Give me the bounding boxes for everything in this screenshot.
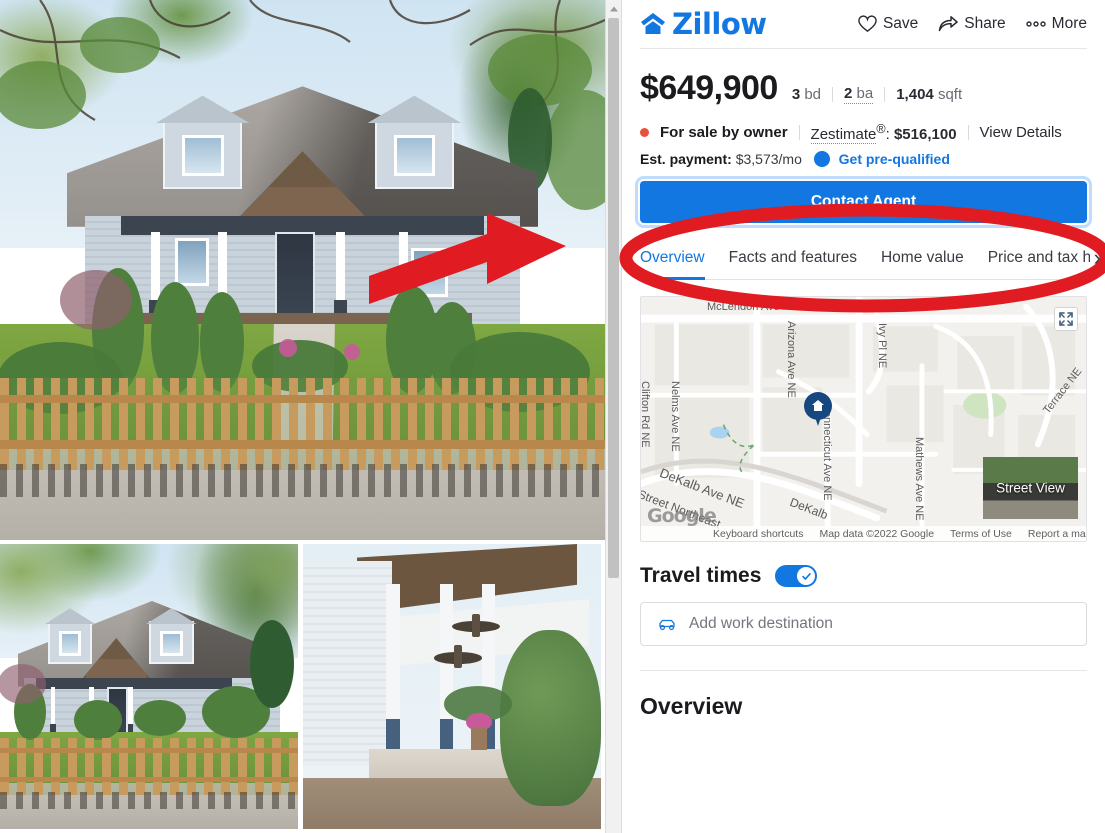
tabs-wrapper: Overview Facts and features Home value P… [622,247,1105,280]
est-payment-row: Est. payment: $3,573/mo Get pre-qualifie… [622,143,1105,167]
tab-overview[interactable]: Overview [640,249,705,280]
status-dot-icon [640,128,649,137]
section-tabs: Overview Facts and features Home value P… [640,249,1105,280]
work-destination-input[interactable]: Add work destination [640,602,1087,646]
photo-gallery [0,0,605,833]
share-label: Share [964,15,1006,32]
listing-detail-panel: Zillow Save Share More $649,900 3 bd 2 b… [622,0,1105,833]
house-front-angle-photo[interactable] [0,544,298,829]
topbar-actions: Save Share More [858,15,1087,33]
baths-fact[interactable]: 2 ba [844,85,874,104]
status-separator [798,125,800,140]
map-label: Arizona Ave NE [785,321,797,398]
property-map[interactable]: McLendon Ave NE McLendon Ave NE Arizona … [640,296,1087,542]
view-details-link[interactable]: View Details [980,124,1062,141]
map-attribution: Keyboard shortcuts Map data ©2022 Google… [641,526,1086,541]
fact-separator [832,87,834,102]
map-label: McLendon Ave NE [707,301,798,313]
ellipsis-icon [1025,21,1046,27]
travel-times-toggle[interactable] [775,565,818,587]
zillow-logo-text: Zillow [672,7,767,41]
listing-price: $649,900 [640,69,778,107]
beds-fact: 3 bd [792,86,821,103]
home-pin-icon[interactable] [804,392,832,428]
price-row: $649,900 3 bd 2 ba 1,404 sqft [622,49,1105,108]
tab-price-and-tax-history[interactable]: Price and tax hist [988,249,1105,279]
car-icon [659,619,675,631]
est-payment-value: $3,573/mo [735,151,802,167]
street-view-thumbnail[interactable]: Street View [983,457,1078,519]
panel-topbar: Zillow Save Share More [622,0,1105,48]
map-canvas[interactable]: McLendon Ave NE McLendon Ave NE Arizona … [641,297,1086,541]
zestimate-block[interactable]: Zestimate®: $516,100 [810,122,957,144]
map-label: Nelms Ave NE [669,381,681,452]
area-unit: sqft [937,86,963,103]
travel-times-title: Travel times [640,564,762,587]
covered-carport-patio-photo[interactable] [303,544,601,829]
cta-wrapper: Contact Agent [622,167,1105,228]
more-label: More [1051,15,1087,32]
map-label: McLendon Ave NE [854,301,945,313]
save-label: Save [882,15,919,32]
zestimate-label: Zestimate [810,126,877,144]
house-front-exterior-photo [0,0,605,540]
fact-separator [884,87,886,102]
tab-home-value[interactable]: Home value [881,249,964,279]
area-fact: 1,404 sqft [896,86,962,103]
zillow-logo[interactable]: Zillow [640,7,767,41]
tab-facts-and-features[interactable]: Facts and features [729,249,857,279]
map-label: Mathews Ave NE [913,437,925,521]
scroll-up-arrow-icon[interactable] [606,0,621,17]
work-destination-placeholder: Add work destination [689,615,833,632]
zillow-listing-page: Zillow Save Share More $649,900 3 bd 2 b… [0,0,1105,833]
expand-map-button[interactable] [1054,307,1078,331]
area-value: 1,404 [896,86,934,103]
map-data-text: Map data ©2022 Google [819,527,935,540]
scrollbar-thumb[interactable] [608,18,619,578]
google-watermark: Google [647,505,717,527]
contact-agent-button[interactable]: Contact Agent [635,176,1092,228]
baths-unit: ba [856,85,874,102]
page-scrollbar[interactable] [605,0,622,833]
contact-agent-label: Contact Agent [810,193,917,210]
share-arrow-icon [939,16,959,32]
status-separator [967,125,969,140]
report-map-error-link[interactable]: Report a map error [1028,528,1086,540]
baths-value: 2 [844,85,853,102]
hero-photo[interactable] [0,0,605,540]
beds-unit: bd [804,86,822,103]
map-label: Clifton Rd NE [640,381,651,448]
prequal-badge-icon [813,151,830,167]
check-icon [802,572,811,580]
status-row: For sale by owner Zestimate®: $516,100 V… [622,108,1105,144]
zestimate-trademark: ® [876,122,886,136]
street-view-label: Street View [996,480,1065,496]
thumbnail-row-1 [0,544,605,829]
property-facts: 3 bd 2 ba 1,404 sqft [792,85,962,104]
map-label: Ivy Pl NE [876,323,888,369]
heart-icon [858,15,877,33]
travel-times-row: Travel times [622,542,1105,588]
share-button[interactable]: Share [938,15,1006,33]
chevron-right-icon[interactable]: › [1089,247,1101,269]
est-payment-label: Est. payment: [640,151,732,167]
listing-status: For sale by owner [660,124,788,141]
beds-value: 3 [791,86,801,103]
more-button[interactable]: More [1025,15,1087,33]
zestimate-value: $516,100 [893,126,957,143]
zillow-house-logo-icon [641,13,665,34]
overview-heading: Overview [640,693,743,719]
expand-icon [1059,312,1073,326]
save-button[interactable]: Save [858,15,918,33]
terms-of-use-link[interactable]: Terms of Use [950,528,1012,540]
get-prequalified-link[interactable]: Get pre-qualified [839,151,950,167]
keyboard-shortcuts-link[interactable]: Keyboard shortcuts [713,528,803,540]
